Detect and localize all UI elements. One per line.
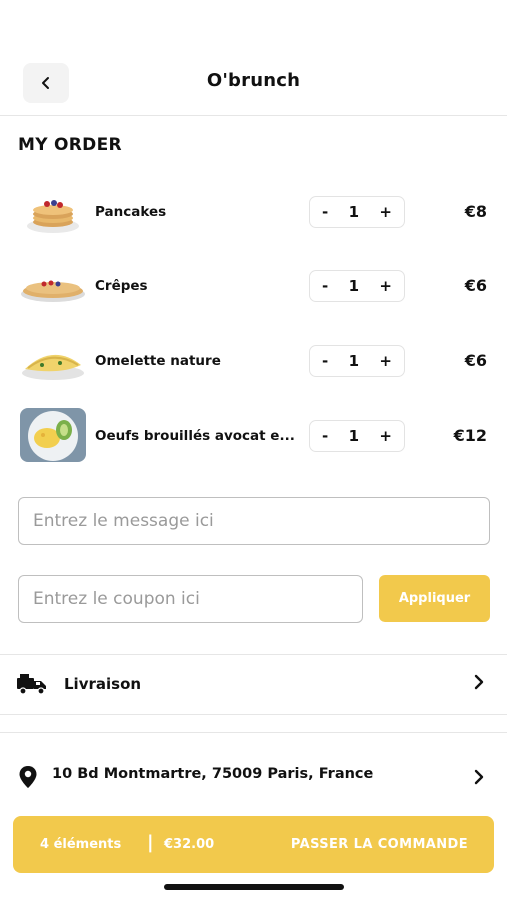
scrambled-eggs-image (20, 408, 86, 462)
quantity-stepper: - 1 + (309, 345, 405, 377)
apply-coupon-button[interactable]: Appliquer (379, 575, 490, 622)
chevron-right-icon (473, 671, 485, 695)
increase-button[interactable]: + (379, 427, 392, 445)
location-pin-icon (18, 765, 38, 793)
order-item: Omelette nature - 1 + €6 (0, 329, 507, 393)
delivery-truck-icon (16, 673, 48, 699)
decrease-button[interactable]: - (322, 427, 328, 445)
item-name: Crêpes (95, 278, 148, 294)
decrease-button[interactable]: - (322, 352, 328, 370)
item-price: €6 (464, 351, 487, 370)
quantity-value: 1 (348, 203, 360, 221)
delivery-label: Livraison (64, 675, 142, 693)
divider (0, 732, 507, 733)
quantity-value: 1 (348, 427, 360, 445)
page-title: O'brunch (206, 70, 301, 91)
increase-button[interactable]: + (379, 277, 392, 295)
address-row[interactable]: 10 Bd Montmartre, 75009 Paris, France (0, 751, 507, 801)
order-item: Oeufs brouillés avocat e... - 1 + €12 (0, 404, 507, 468)
coupon-placeholder: Entrez le coupon ici (33, 589, 200, 609)
increase-button[interactable]: + (379, 352, 392, 370)
decrease-button[interactable]: - (322, 203, 328, 221)
omelette-image (20, 335, 86, 387)
message-input[interactable]: Entrez le message ici (18, 497, 490, 545)
separator: | (147, 832, 154, 853)
order-item: Crêpes - 1 + €6 (0, 254, 507, 318)
header: O'brunch (0, 0, 507, 116)
item-name: Oeufs brouillés avocat e... (95, 428, 295, 444)
pancakes-image (20, 186, 86, 238)
message-placeholder: Entrez le message ici (33, 511, 214, 531)
decrease-button[interactable]: - (322, 277, 328, 295)
quantity-value: 1 (348, 277, 360, 295)
home-indicator (164, 884, 344, 890)
divider (0, 714, 507, 715)
checkout-bar[interactable]: 4 éléments | €32.00 PASSER LA COMMANDE (13, 816, 494, 873)
item-price: €12 (453, 426, 487, 445)
item-price: €6 (464, 276, 487, 295)
address-label: 10 Bd Montmartre, 75009 Paris, France (52, 766, 374, 782)
crepes-image (20, 260, 86, 312)
coupon-input[interactable]: Entrez le coupon ici (18, 575, 363, 623)
increase-button[interactable]: + (379, 203, 392, 221)
delivery-row[interactable]: Livraison (0, 659, 507, 709)
divider (0, 654, 507, 655)
chevron-right-icon (473, 766, 485, 790)
item-price: €8 (464, 202, 487, 221)
order-total: €32.00 (164, 837, 215, 852)
item-count: 4 éléments (40, 837, 122, 852)
section-title: MY ORDER (18, 135, 122, 155)
place-order-button[interactable]: PASSER LA COMMANDE (291, 837, 468, 852)
quantity-stepper: - 1 + (309, 270, 405, 302)
quantity-stepper: - 1 + (309, 420, 405, 452)
item-name: Pancakes (95, 204, 167, 220)
quantity-value: 1 (348, 352, 360, 370)
quantity-stepper: - 1 + (309, 196, 405, 228)
order-item: Pancakes - 1 + €8 (0, 180, 507, 244)
item-name: Omelette nature (95, 353, 221, 369)
